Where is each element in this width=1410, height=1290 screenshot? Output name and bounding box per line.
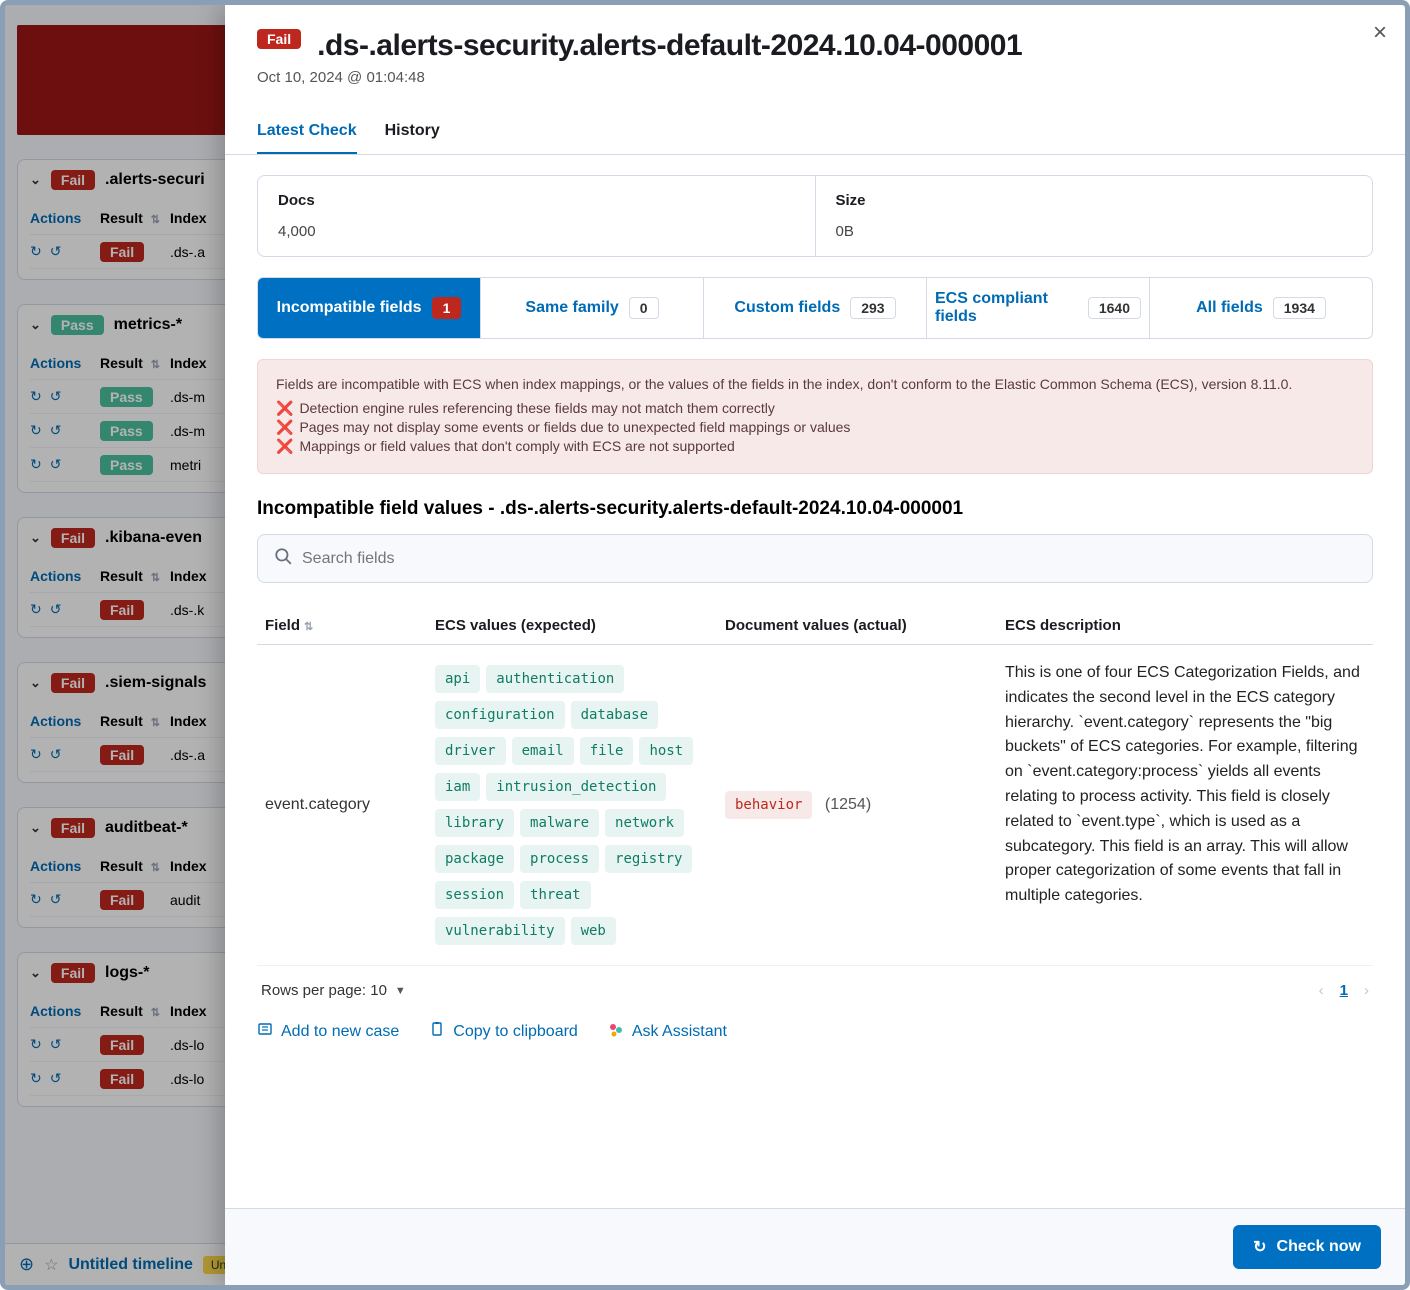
col-field[interactable]: Field⇅ bbox=[257, 607, 427, 645]
ecs-value-tag: authentication bbox=[486, 665, 624, 693]
flyout-panel: × Fail .ds-.alerts-security.alerts-defau… bbox=[225, 5, 1405, 1285]
fields-table: Field⇅ ECS values (expected) Document va… bbox=[257, 607, 1373, 966]
ecs-value-tag: network bbox=[605, 809, 684, 837]
field-filter-tab[interactable]: ECS compliant fields1640 bbox=[927, 278, 1150, 338]
ecs-value-tag: web bbox=[571, 917, 616, 945]
field-filter-tab[interactable]: All fields1934 bbox=[1150, 278, 1372, 338]
ecs-description: This is one of four ECS Categorization F… bbox=[1005, 661, 1365, 909]
ecs-value-tag: registry bbox=[605, 845, 692, 873]
ecs-value-tag: api bbox=[435, 665, 480, 693]
field-filter-tab[interactable]: Incompatible fields1 bbox=[258, 278, 481, 338]
ecs-value-tag: package bbox=[435, 845, 514, 873]
ecs-value-tag: database bbox=[571, 701, 658, 729]
callout-item: ❌Mappings or field values that don't com… bbox=[276, 438, 1354, 455]
ecs-value-tag: email bbox=[512, 737, 574, 765]
ecs-value-tag: intrusion_detection bbox=[486, 773, 666, 801]
ecs-value-tag: vulnerability bbox=[435, 917, 565, 945]
x-icon: ❌ bbox=[276, 400, 293, 417]
ecs-value-tag: process bbox=[520, 845, 599, 873]
page-next[interactable]: › bbox=[1364, 982, 1369, 999]
page-current[interactable]: 1 bbox=[1340, 982, 1348, 999]
pill-count: 293 bbox=[850, 297, 895, 319]
docs-value: 4,000 bbox=[278, 223, 795, 240]
ecs-value-tag: session bbox=[435, 881, 514, 909]
x-icon: ❌ bbox=[276, 438, 293, 455]
chevron-down-icon: ▼ bbox=[395, 985, 406, 997]
docs-label: Docs bbox=[278, 192, 795, 209]
pagination: ‹ 1 › bbox=[1319, 982, 1369, 999]
x-icon: ❌ bbox=[276, 419, 293, 436]
table-row: event.category apiauthentication configur… bbox=[257, 645, 1373, 966]
stats-panel: Docs 4,000 Size 0B bbox=[257, 175, 1373, 257]
incompatible-callout: Fields are incompatible with ECS when in… bbox=[257, 359, 1373, 474]
size-value: 0B bbox=[836, 223, 1353, 240]
tab-latest-check[interactable]: Latest Check bbox=[257, 110, 357, 154]
ecs-value-tag: threat bbox=[520, 881, 591, 909]
action-row: Add to new case Copy to clipboard Ask As… bbox=[257, 1015, 1373, 1042]
callout-item: ❌Detection engine rules referencing thes… bbox=[276, 400, 1354, 417]
ask-assistant-button[interactable]: Ask Assistant bbox=[608, 1021, 727, 1042]
pill-count: 0 bbox=[629, 297, 659, 319]
pill-count: 1 bbox=[432, 297, 462, 319]
page-prev[interactable]: ‹ bbox=[1319, 982, 1324, 999]
field-filter-tab[interactable]: Same family0 bbox=[481, 278, 704, 338]
search-fields[interactable] bbox=[257, 534, 1373, 583]
clipboard-icon bbox=[429, 1021, 445, 1042]
search-input[interactable] bbox=[302, 550, 1356, 568]
refresh-icon: ↻ bbox=[1253, 1237, 1266, 1257]
rows-per-page[interactable]: Rows per page: 10 ▼ bbox=[261, 982, 406, 999]
close-icon[interactable]: × bbox=[1373, 19, 1387, 47]
case-icon bbox=[257, 1021, 273, 1042]
ecs-values-cell: apiauthentication configurationdatabase dr… bbox=[435, 661, 709, 949]
col-doc-values: Document values (actual) bbox=[717, 607, 997, 645]
doc-value-badge: behavior bbox=[725, 791, 812, 819]
pill-count: 1934 bbox=[1273, 297, 1326, 319]
tabs: Latest Check History bbox=[225, 110, 1405, 155]
col-ecs-description: ECS description bbox=[997, 607, 1373, 645]
status-badge: Fail bbox=[257, 29, 301, 49]
ecs-value-tag: configuration bbox=[435, 701, 565, 729]
field-category-tabs: Incompatible fields1Same family0Custom f… bbox=[257, 277, 1373, 339]
field-filter-tab[interactable]: Custom fields293 bbox=[704, 278, 927, 338]
add-to-case-button[interactable]: Add to new case bbox=[257, 1021, 399, 1042]
ecs-value-tag: library bbox=[435, 809, 514, 837]
ecs-value-tag: driver bbox=[435, 737, 506, 765]
col-ecs-values: ECS values (expected) bbox=[427, 607, 717, 645]
assistant-icon bbox=[608, 1022, 624, 1041]
tab-history[interactable]: History bbox=[385, 110, 440, 154]
doc-value-count: (1254) bbox=[825, 796, 871, 813]
check-now-button[interactable]: ↻ Check now bbox=[1233, 1225, 1381, 1269]
search-icon bbox=[274, 547, 292, 570]
ecs-value-tag: file bbox=[580, 737, 634, 765]
ecs-value-tag: host bbox=[639, 737, 693, 765]
field-name: event.category bbox=[257, 645, 427, 966]
sort-icon: ⇅ bbox=[304, 621, 313, 633]
timestamp: Oct 10, 2024 @ 01:04:48 bbox=[257, 69, 1373, 86]
ecs-value-tag: iam bbox=[435, 773, 480, 801]
ecs-value-tag: malware bbox=[520, 809, 599, 837]
callout-intro: Fields are incompatible with ECS when in… bbox=[276, 376, 1354, 392]
callout-item: ❌Pages may not display some events or fi… bbox=[276, 419, 1354, 436]
flyout-title: .ds-.alerts-security.alerts-default-2024… bbox=[317, 29, 1022, 63]
pill-count: 1640 bbox=[1088, 297, 1141, 319]
section-title: Incompatible field values - .ds-.alerts-… bbox=[257, 498, 1373, 520]
copy-clipboard-button[interactable]: Copy to clipboard bbox=[429, 1021, 578, 1042]
size-label: Size bbox=[836, 192, 1353, 209]
